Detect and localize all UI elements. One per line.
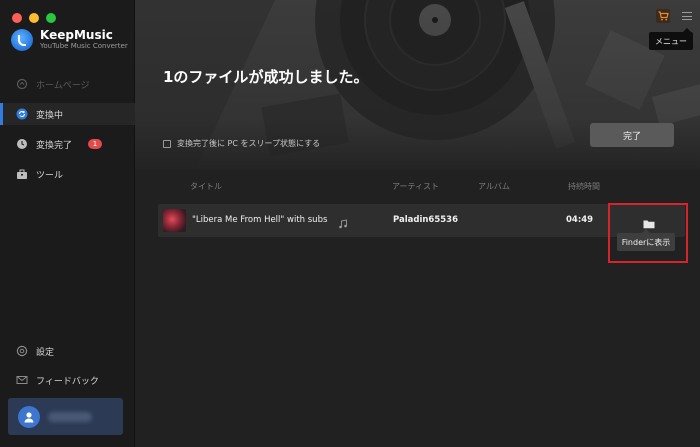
menu-tooltip: メニュー (649, 28, 693, 50)
app-name: KeepMusic (40, 28, 113, 42)
hamburger-menu-icon[interactable] (682, 11, 692, 21)
sidebar-item-label: フィードバック (36, 376, 99, 387)
sidebar-item-converting[interactable]: 変換中 (0, 103, 135, 125)
mail-icon (16, 374, 28, 386)
sidebar-item-converted[interactable]: 変換完了 1 (0, 133, 135, 155)
app-subtitle: YouTube Music Converter (40, 42, 128, 50)
column-header-duration[interactable]: 持続時間 (568, 181, 600, 192)
sleep-option[interactable]: 変換完了後に PC をスリープ状態にする (163, 138, 320, 149)
home-icon (16, 78, 28, 90)
sidebar-item-label: ホームページ (36, 80, 90, 91)
sidebar-item-feedback[interactable]: フィードバック (0, 369, 135, 391)
gear-icon (16, 345, 28, 357)
sleep-option-label: 変換完了後に PC をスリープ状態にする (177, 139, 321, 148)
window-controls (12, 13, 56, 23)
brand: KeepMusic YouTube Music Converter (11, 28, 128, 51)
user-name: username (48, 411, 92, 422)
sidebar-item-label: 変換中 (36, 110, 64, 121)
converted-count-badge: 1 (88, 139, 103, 149)
column-header-album[interactable]: アルバム (478, 181, 510, 192)
sync-icon (16, 108, 28, 120)
sidebar-item-label: 設定 (36, 347, 55, 358)
main-panel: メニュー 1のファイルが成功しました。 変換完了後に PC をスリープ状態にする… (135, 0, 700, 447)
minimize-window-button[interactable] (29, 13, 39, 23)
cart-icon[interactable] (656, 9, 670, 23)
show-in-finder-tooltip: Finderに表示 (617, 229, 675, 251)
sleep-checkbox[interactable] (163, 139, 171, 148)
toolbox-icon (16, 168, 28, 180)
sidebar-item-tools[interactable]: ツール (0, 163, 135, 185)
sidebar: KeepMusic YouTube Music Converter ホームページ… (0, 0, 135, 447)
sidebar-item-label: 変換完了 (36, 140, 73, 151)
folder-icon[interactable] (643, 214, 655, 229)
zoom-window-button[interactable] (46, 13, 56, 23)
column-header-title[interactable]: タイトル (190, 181, 222, 192)
user-account-card[interactable]: username (8, 398, 123, 435)
user-icon (18, 405, 40, 428)
track-duration: 04:49 (566, 215, 594, 225)
column-header-artist[interactable]: アーティスト (392, 181, 439, 192)
track-artist: Paladin65536 (393, 215, 459, 225)
sidebar-item-settings[interactable]: 設定 (0, 340, 135, 362)
close-window-button[interactable] (12, 13, 22, 23)
table-row[interactable]: "Libera Me From Hell" with subs Paladin6… (158, 204, 685, 237)
sidebar-item-label: ツール (36, 170, 64, 181)
top-right-toolbar (656, 9, 692, 23)
track-title: "Libera Me From Hell" with subs (192, 215, 328, 225)
done-button[interactable]: 完了 (590, 123, 674, 147)
clock-icon (16, 138, 28, 150)
sidebar-item-home[interactable]: ホームページ (0, 73, 135, 95)
music-note-icon (338, 214, 348, 233)
page-title: 1のファイルが成功しました。 (163, 68, 369, 86)
keepmusic-logo-icon (11, 28, 33, 51)
track-thumbnail (163, 209, 186, 232)
table-header: タイトル アーティスト アルバム 持続時間 (135, 176, 700, 196)
